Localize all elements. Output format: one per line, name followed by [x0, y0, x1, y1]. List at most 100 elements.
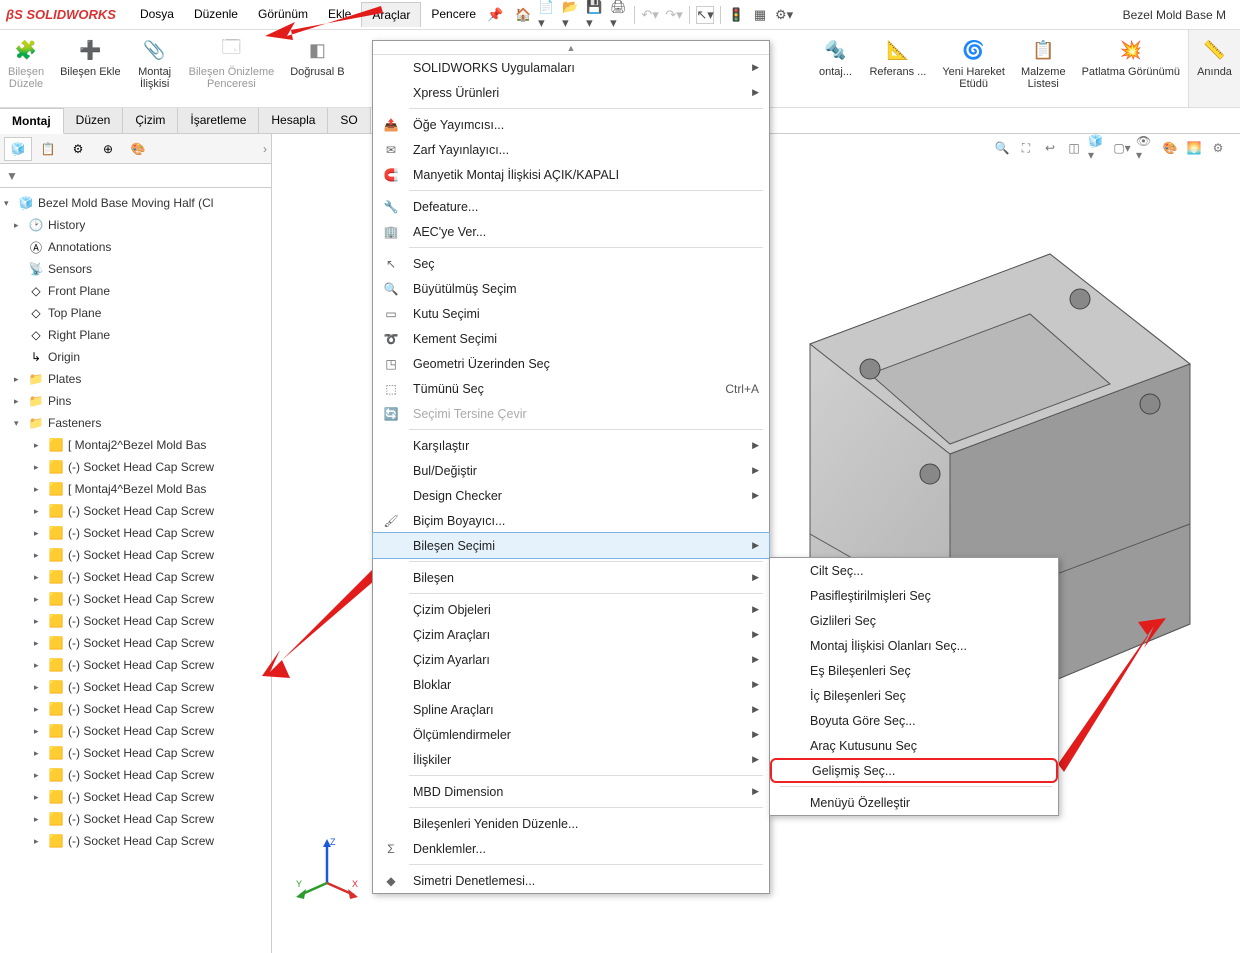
- submenu-advanced-select[interactable]: Gelişmiş Seç...: [770, 758, 1058, 783]
- rib-reference[interactable]: 📐Referans ...: [861, 30, 934, 107]
- menu-item[interactable]: Xpress Ürünleri▶: [373, 80, 769, 105]
- menu-item[interactable]: 🔧Defeature...: [373, 194, 769, 219]
- home-icon[interactable]: 🏠: [514, 6, 532, 24]
- tab-assembly[interactable]: Montaj: [0, 108, 64, 134]
- menu-view[interactable]: Görünüm: [248, 2, 318, 27]
- rib-edit-component[interactable]: 🧩BileşenDüzele: [0, 30, 52, 107]
- tab-sketch[interactable]: Çizim: [123, 108, 178, 133]
- tree-item[interactable]: ▸🟨(-) Socket Head Cap Screw: [0, 786, 271, 808]
- sb-tab-dimxpert[interactable]: ⊕: [94, 137, 122, 161]
- menu-tools[interactable]: Araçlar: [361, 2, 421, 27]
- tree-item[interactable]: ▸🟨[ Montaj4^Bezel Mold Bas: [0, 478, 271, 500]
- menu-item[interactable]: 📤Öğe Yayımcısı...: [373, 112, 769, 137]
- menu-window[interactable]: Pencere: [421, 2, 486, 27]
- print-icon[interactable]: 🖨▾: [610, 6, 628, 24]
- submenu-item[interactable]: Cilt Seç...: [770, 558, 1058, 583]
- menu-edit[interactable]: Düzenle: [184, 2, 248, 27]
- tree-item[interactable]: ▸🟨(-) Socket Head Cap Screw: [0, 588, 271, 610]
- section-view-icon[interactable]: ◫: [1064, 138, 1084, 158]
- tree-item[interactable]: 📡Sensors: [0, 258, 271, 280]
- menu-item[interactable]: ➰Kement Seçimi: [373, 326, 769, 351]
- tree-item[interactable]: ▸🟨(-) Socket Head Cap Screw: [0, 720, 271, 742]
- menu-item[interactable]: Çizim Araçları▶: [373, 622, 769, 647]
- menu-item[interactable]: 🖌Biçim Boyayıcı...: [373, 508, 769, 533]
- orient-icon[interactable]: 🧊▾: [1088, 138, 1108, 158]
- tree-item[interactable]: ▸📁Pins: [0, 390, 271, 412]
- tree-root[interactable]: ▾🧊Bezel Mold Base Moving Half (Cl: [0, 192, 271, 214]
- submenu-item[interactable]: Montaj İlişkisi Olanları Seç...: [770, 633, 1058, 658]
- menu-item[interactable]: ▭Kutu Seçimi: [373, 301, 769, 326]
- submenu-customize[interactable]: Menüyü Özelleştir: [770, 790, 1058, 815]
- menu-item[interactable]: ◆Simetri Denetlemesi...: [373, 868, 769, 893]
- menu-item[interactable]: Bileşen Seçimi▶: [373, 533, 769, 558]
- traffic-icon[interactable]: 🚦: [727, 6, 745, 24]
- options-icon[interactable]: ⚙▾: [775, 6, 793, 24]
- tree-item[interactable]: ▸🟨(-) Socket Head Cap Screw: [0, 544, 271, 566]
- menu-item[interactable]: ◳Geometri Üzerinden Seç: [373, 351, 769, 376]
- menu-item[interactable]: 🧲Manyetik Montaj İlişkisi AÇIK/KAPALI: [373, 162, 769, 187]
- rib-mate[interactable]: 📎Montajİlişkisi: [129, 30, 181, 107]
- menu-item[interactable]: Bileşen▶: [373, 565, 769, 590]
- rib-motion-study[interactable]: 🌀Yeni HareketEtüdü: [934, 30, 1013, 107]
- menu-item[interactable]: Çizim Ayarları▶: [373, 647, 769, 672]
- menu-item[interactable]: İlişkiler▶: [373, 747, 769, 772]
- tree-item[interactable]: ▾📁Fasteners: [0, 412, 271, 434]
- menu-file[interactable]: Dosya: [130, 2, 184, 27]
- rib-assembly-features[interactable]: 🔩ontaj...: [809, 30, 861, 107]
- tree-item[interactable]: ▸🟨(-) Socket Head Cap Screw: [0, 566, 271, 588]
- tree-item[interactable]: ▸🟨(-) Socket Head Cap Screw: [0, 654, 271, 676]
- cursor-icon[interactable]: ↖▾: [696, 6, 714, 24]
- orientation-triad[interactable]: Z X Y: [292, 833, 362, 903]
- rib-insert-component[interactable]: ➕Bileşen Ekle: [52, 30, 129, 107]
- menu-item[interactable]: Çizim Objeleri▶: [373, 597, 769, 622]
- sb-tab-properties[interactable]: 📋: [34, 137, 62, 161]
- redo-icon[interactable]: ↷▾: [665, 6, 683, 24]
- tree-item[interactable]: ▸🟨(-) Socket Head Cap Screw: [0, 808, 271, 830]
- open-icon[interactable]: 📂▾: [562, 6, 580, 24]
- tree-item[interactable]: ▸🟨(-) Socket Head Cap Screw: [0, 632, 271, 654]
- tree-item[interactable]: ◇Right Plane: [0, 324, 271, 346]
- sb-tab-config[interactable]: ⚙: [64, 137, 92, 161]
- menu-insert[interactable]: Ekle: [318, 2, 361, 27]
- tab-layout[interactable]: Düzen: [64, 108, 124, 133]
- menu-item[interactable]: Spline Araçları▶: [373, 697, 769, 722]
- tree-item[interactable]: ▸🕑History: [0, 214, 271, 236]
- tree-filter[interactable]: ▼: [0, 164, 271, 188]
- chevron-right-icon[interactable]: ›: [263, 142, 267, 156]
- menu-item[interactable]: ✉Zarf Yayınlayıcı...: [373, 137, 769, 162]
- menu-item[interactable]: SOLIDWORKS Uygulamaları▶: [373, 55, 769, 80]
- sb-tab-feature-tree[interactable]: 🧊: [4, 137, 32, 161]
- tree-item[interactable]: ◇Top Plane: [0, 302, 271, 324]
- menu-item[interactable]: Ölçümlendirmeler▶: [373, 722, 769, 747]
- tab-so[interactable]: SO: [328, 108, 370, 133]
- tree-item[interactable]: ▸🟨(-) Socket Head Cap Screw: [0, 500, 271, 522]
- save-icon[interactable]: 💾▾: [586, 6, 604, 24]
- rib-linear[interactable]: ◧Doğrusal B: [282, 30, 352, 107]
- menu-item[interactable]: 🔄Seçimi Tersine Çevir: [373, 401, 769, 426]
- menu-item[interactable]: Bloklar▶: [373, 672, 769, 697]
- submenu-item[interactable]: Eş Bileşenleri Seç: [770, 658, 1058, 683]
- tree-item[interactable]: ▸🟨[ Montaj2^Bezel Mold Bas: [0, 434, 271, 456]
- menu-item[interactable]: Bileşenleri Yeniden Düzenle...: [373, 811, 769, 836]
- tree-item[interactable]: ▸🟨(-) Socket Head Cap Screw: [0, 676, 271, 698]
- tree-item[interactable]: ⒶAnnotations: [0, 236, 271, 258]
- hide-show-icon[interactable]: 👁▾: [1136, 138, 1156, 158]
- submenu-item[interactable]: İç Bileşenleri Seç: [770, 683, 1058, 708]
- scene-icon[interactable]: 🌅: [1184, 138, 1204, 158]
- sb-tab-display[interactable]: 🎨: [124, 137, 152, 161]
- rib-preview-window[interactable]: 🗔Bileşen ÖnizlemePenceresi: [181, 30, 283, 107]
- menu-item[interactable]: ↖Seç: [373, 251, 769, 276]
- settings-icon[interactable]: ⚙: [1208, 138, 1228, 158]
- chevron-up-icon[interactable]: ▲: [373, 41, 769, 55]
- tree-item[interactable]: ◇Front Plane: [0, 280, 271, 302]
- tree-item[interactable]: ▸🟨(-) Socket Head Cap Screw: [0, 522, 271, 544]
- tree-item[interactable]: ↳Origin: [0, 346, 271, 368]
- menu-item[interactable]: MBD Dimension▶: [373, 779, 769, 804]
- menu-item[interactable]: 🏢AEC'ye Ver...: [373, 219, 769, 244]
- tab-markup[interactable]: İşaretleme: [178, 108, 259, 133]
- zoom-area-icon[interactable]: ⛶: [1016, 138, 1036, 158]
- prev-view-icon[interactable]: ↩: [1040, 138, 1060, 158]
- zoom-fit-icon[interactable]: 🔍: [992, 138, 1012, 158]
- rib-instant3d[interactable]: 📏Anında: [1188, 30, 1240, 107]
- menu-item[interactable]: ⬚Tümünü SeçCtrl+A: [373, 376, 769, 401]
